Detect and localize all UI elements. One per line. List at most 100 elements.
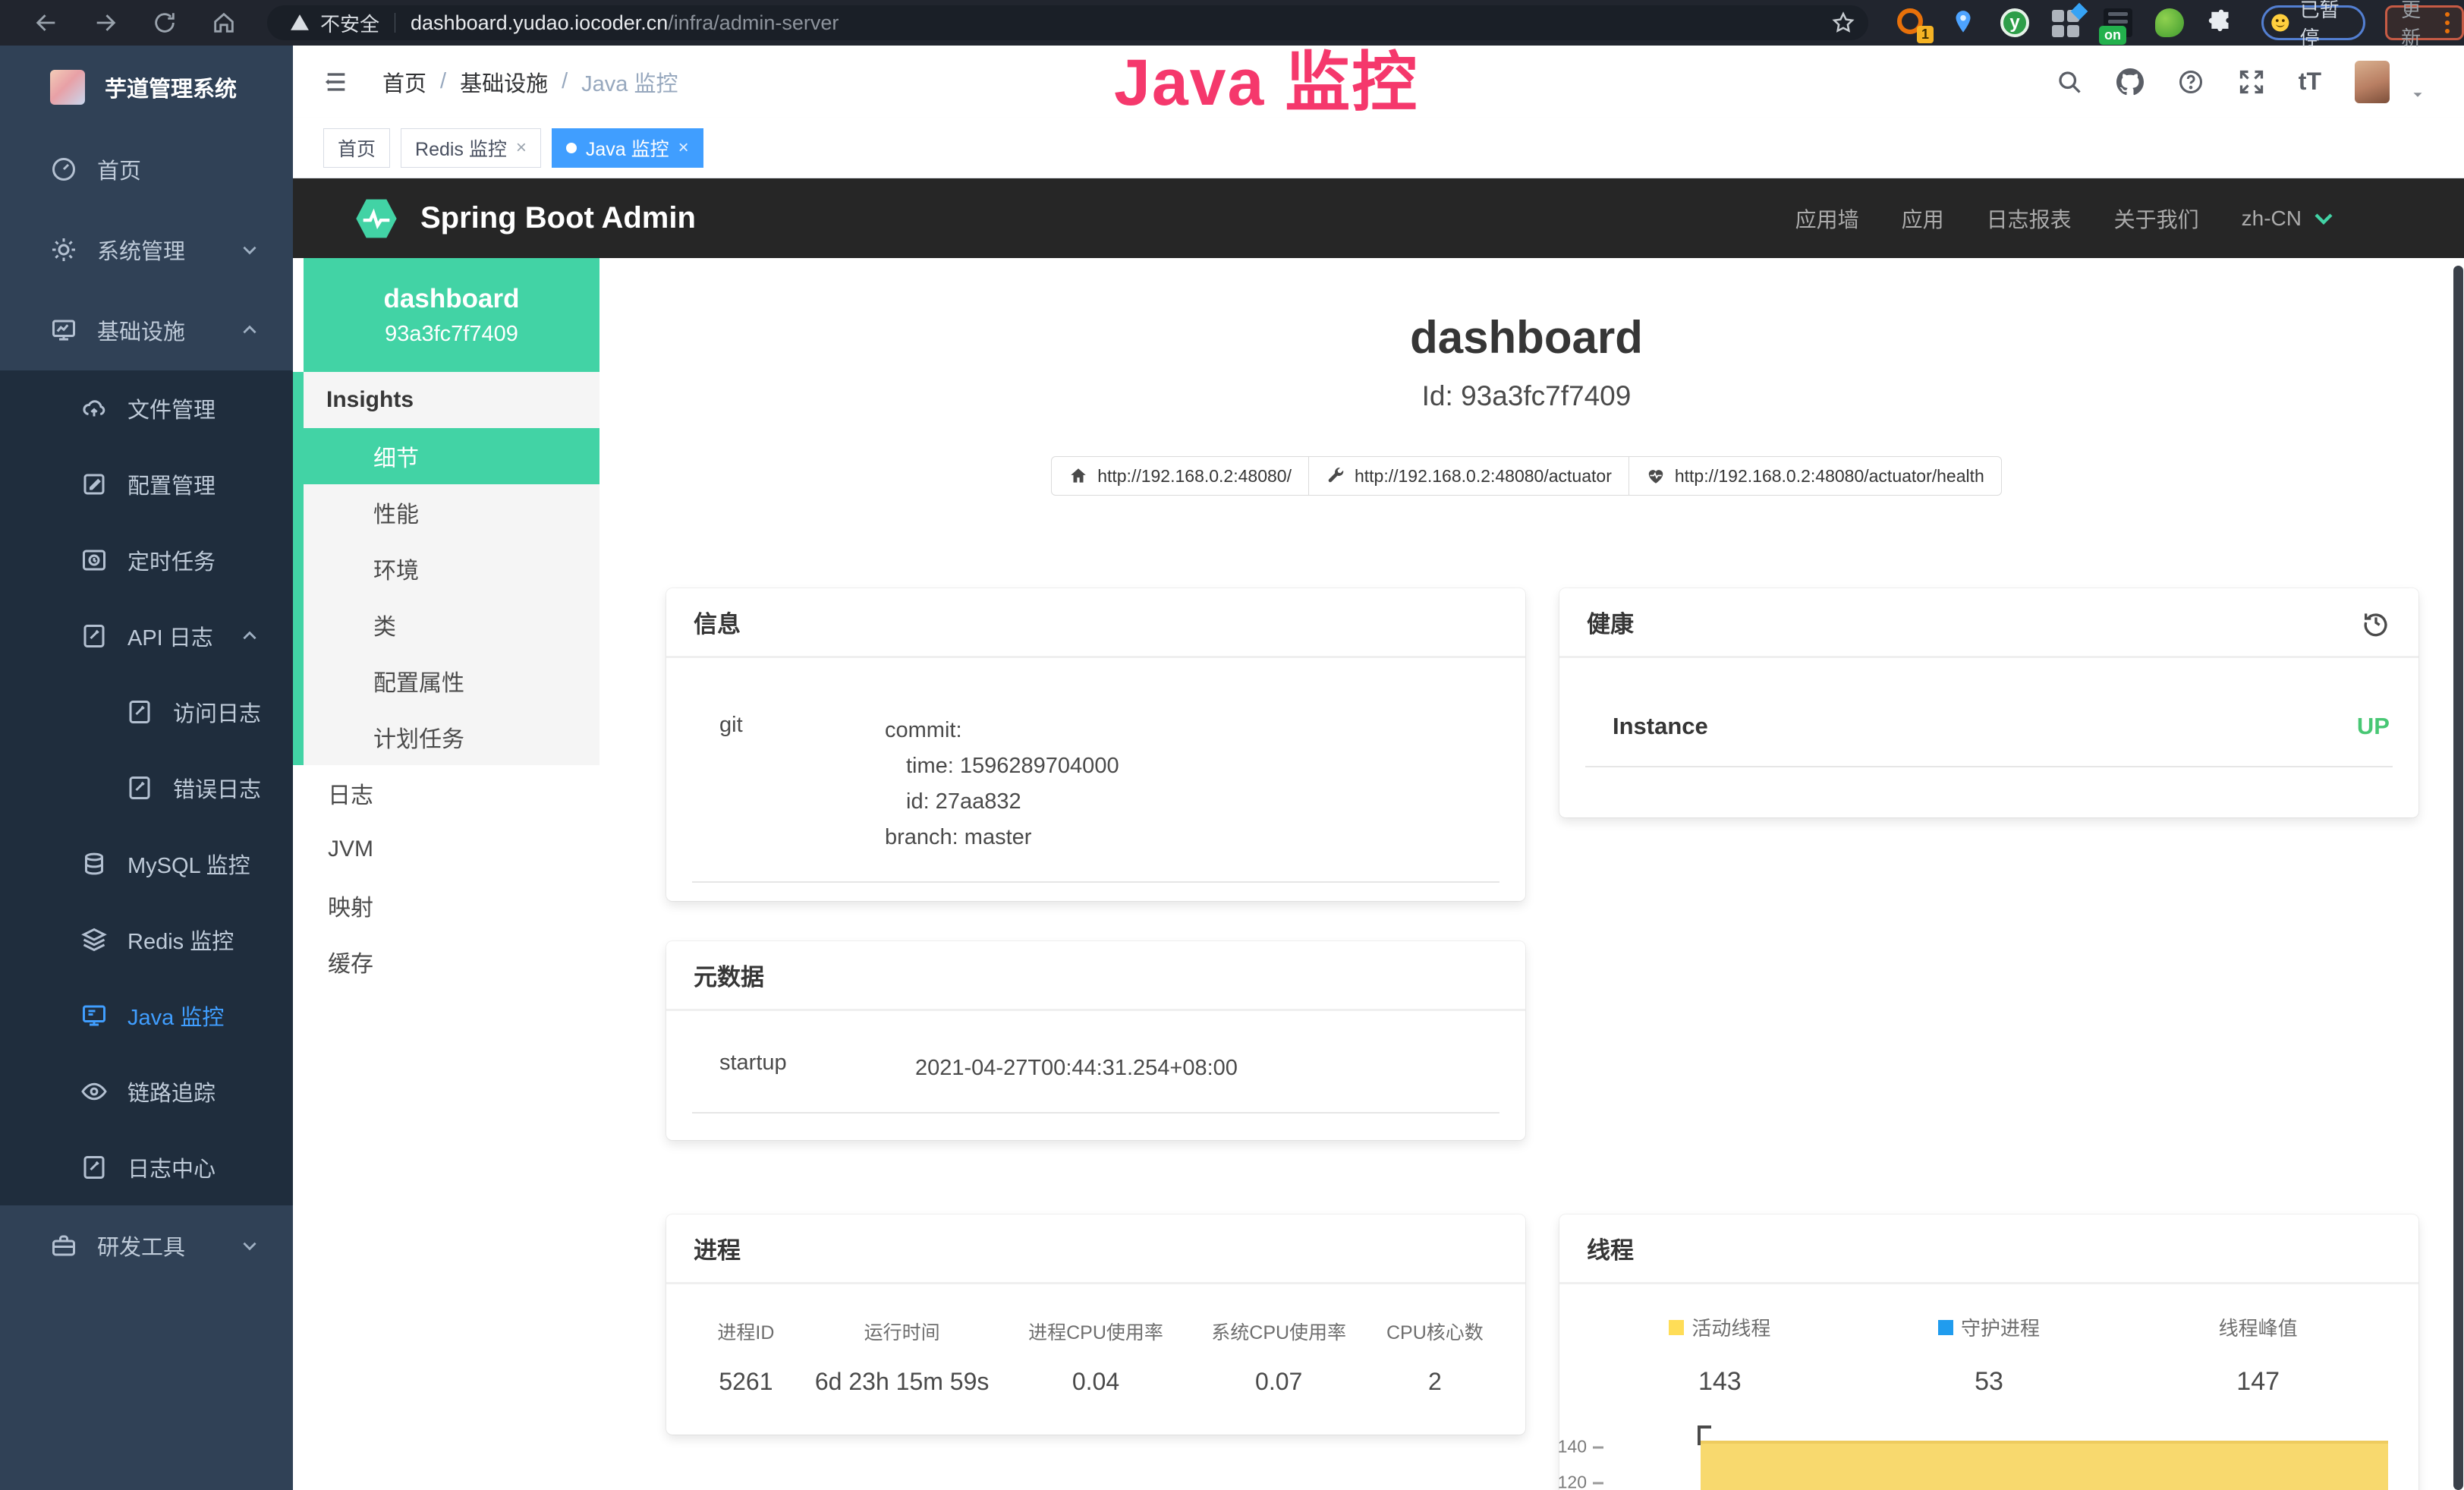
user-avatar[interactable] [2355, 61, 2390, 103]
emoji-face-icon [2270, 10, 2291, 36]
sidebar-item-redis[interactable]: Redis 监控 [0, 902, 293, 978]
sba-item-mappings[interactable]: 映射 [293, 877, 599, 934]
tab-redis-monitor[interactable]: Redis 监控 × [401, 128, 541, 168]
sba-item-logging[interactable]: 日志 [293, 765, 599, 821]
bookmark-star-icon[interactable] [1832, 11, 1855, 34]
live-threads-area [1701, 1441, 2388, 1490]
extension-orange-icon[interactable]: 1 [1897, 8, 1926, 37]
legend-label: 活动线程 [1691, 1313, 1770, 1341]
y-extension-icon[interactable]: y [2000, 8, 2029, 37]
sba-nav-wall[interactable]: 应用墙 [1795, 203, 1859, 234]
metadata-row-value: 2021-04-27T00:44:31.254+08:00 [915, 1051, 1496, 1086]
service-url-button[interactable]: http://192.168.0.2:48080/ [1051, 456, 1309, 496]
sba-item-details[interactable]: 细节 [304, 428, 599, 484]
chevron-up-icon [240, 320, 260, 340]
address-bar[interactable]: 不安全 dashboard.yudao.iocoder.cn /infra/ad… [267, 5, 1868, 40]
grid-extension-icon[interactable] [2052, 8, 2081, 37]
sba-item-classes[interactable]: 类 [304, 597, 599, 653]
font-size-icon[interactable]: tT [2299, 68, 2321, 96]
screen: 不安全 dashboard.yudao.iocoder.cn /infra/ad… [0, 0, 2464, 1490]
back-icon[interactable] [33, 10, 59, 36]
sba-instance-header[interactable]: dashboard 93a3fc7f7409 [304, 258, 599, 372]
process-col-header: 进程CPU使用率 [1004, 1318, 1187, 1345]
sidebar-item-access-log[interactable]: 访问日志 [0, 674, 293, 750]
breadcrumb-infra[interactable]: 基础设施 [460, 66, 548, 98]
fullscreen-icon[interactable] [2238, 68, 2265, 96]
sba-brand[interactable]: Spring Boot Admin [352, 194, 696, 243]
paused-extension-button[interactable]: 已暂停 [2261, 5, 2365, 40]
leaf-extension-icon[interactable] [2155, 8, 2184, 37]
scrollbar[interactable] [2453, 266, 2463, 1490]
tab-java-monitor[interactable]: Java 监控 × [552, 128, 703, 168]
sba-nav-journal[interactable]: 日志报表 [1987, 203, 2072, 234]
extension-badge: 1 [1917, 26, 1934, 43]
tampermonkey-extension-icon[interactable]: on [2104, 8, 2132, 37]
sidebar-item-error-log[interactable]: 错误日志 [0, 750, 293, 826]
sidebar-item-jobs[interactable]: 定时任务 [0, 522, 293, 598]
app-logo-image [50, 70, 85, 105]
github-icon[interactable] [2116, 68, 2144, 96]
sidebar-item-infra[interactable]: 基础设施 [0, 290, 293, 370]
search-icon[interactable] [2056, 68, 2083, 96]
app-logo[interactable]: 芋道管理系统 [0, 46, 293, 129]
system-cpu: 0.07 [1188, 1368, 1370, 1396]
close-icon[interactable]: × [678, 137, 689, 159]
forward-icon[interactable] [93, 10, 118, 36]
process-col-header: 进程ID [692, 1318, 800, 1345]
puzzle-extensions-icon[interactable] [2207, 8, 2236, 37]
pin-extension-icon[interactable] [1949, 8, 1978, 37]
wrench-icon [1326, 466, 1345, 486]
tags-view-bar: 首页 Redis 监控 × Java 监控 × [293, 118, 2464, 178]
breadcrumb: 首页 / 基础设施 / Java 监控 [382, 66, 678, 98]
sidebar-item-dev-tools[interactable]: 研发工具 [0, 1205, 293, 1286]
home-icon[interactable] [211, 10, 237, 36]
sba-item-config-props[interactable]: 配置属性 [304, 653, 599, 709]
reload-icon[interactable] [152, 10, 178, 36]
browser-update-button[interactable]: 更新 [2385, 5, 2464, 40]
card-title: 线程 [1587, 1231, 1634, 1265]
health-url-button[interactable]: http://192.168.0.2:48080/actuator/health [1629, 456, 2002, 496]
sba-item-jvm[interactable]: JVM [293, 821, 599, 877]
sidebar-item-home[interactable]: 首页 [0, 129, 293, 209]
sidebar-item-files[interactable]: 文件管理 [0, 370, 293, 446]
doc-edit-icon [126, 698, 153, 726]
sba-locale-select[interactable]: zh-CN [2242, 206, 2335, 231]
sidebar-item-mysql[interactable]: MySQL 监控 [0, 826, 293, 902]
sba-nav-links: 应用墙 应用 日志报表 关于我们 zh-CN [1795, 203, 2335, 234]
actuator-url-button[interactable]: http://192.168.0.2:48080/actuator [1308, 456, 1629, 496]
sidebar-item-api-log[interactable]: API 日志 [0, 598, 293, 674]
sidebar-item-config[interactable]: 配置管理 [0, 446, 293, 522]
eye-icon [80, 1078, 108, 1105]
help-icon[interactable] [2177, 68, 2204, 96]
process-table: 进程ID 运行时间 进程CPU使用率 系统CPU使用率 CPU核心数 5261 … [692, 1310, 1499, 1396]
caret-down-icon[interactable] [2409, 87, 2426, 103]
legend-label: 守护进程 [1961, 1313, 2040, 1341]
sba-nav-applications[interactable]: 应用 [1902, 203, 1944, 234]
breadcrumb-home[interactable]: 首页 [382, 66, 426, 98]
sba-item-metrics[interactable]: 性能 [304, 484, 599, 540]
git-id-line: id: 27aa832 [885, 784, 1496, 820]
dashboard-icon [50, 156, 77, 183]
close-icon[interactable]: × [516, 137, 527, 159]
sidebar-item-system[interactable]: 系统管理 [0, 209, 293, 290]
browser-menu-icon[interactable] [2440, 12, 2454, 33]
health-row-instance: Instance UP [1585, 693, 2393, 767]
instance-name: dashboard [384, 284, 520, 314]
sidebar-collapse-icon[interactable] [322, 69, 351, 95]
threads-live-value: 143 [1585, 1367, 1855, 1397]
health-row-label: Instance [1588, 713, 1708, 740]
tab-home[interactable]: 首页 [323, 128, 390, 168]
threads-legend: 活动线程 守护进程 线程峰值 143 53 147 [1585, 1310, 2393, 1397]
sba-item-environment[interactable]: 环境 [304, 540, 599, 597]
info-row-label: git [695, 713, 885, 855]
sidebar-item-log-center[interactable]: 日志中心 [0, 1129, 293, 1205]
page-title: dashboard [1410, 311, 1643, 364]
sba-item-caches[interactable]: 缓存 [293, 934, 599, 990]
sba-item-scheduled-tasks[interactable]: 计划任务 [304, 709, 599, 765]
sba-nav-about[interactable]: 关于我们 [2114, 203, 2199, 234]
info-row-value: commit: time: 1596289704000 id: 27aa832 … [885, 713, 1496, 855]
sidebar-item-tracing[interactable]: 链路追踪 [0, 1054, 293, 1129]
sidebar-item-java-monitor[interactable]: Java 监控 [0, 978, 293, 1054]
history-icon[interactable] [2361, 607, 2391, 638]
scrollbar-thumb[interactable] [2453, 266, 2463, 1490]
